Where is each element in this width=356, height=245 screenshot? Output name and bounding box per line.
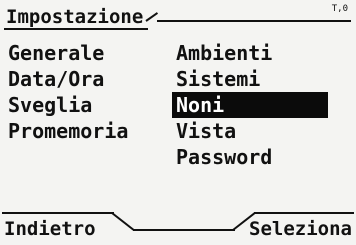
settings-category-menu: Generale Data/Ora Sveglia Promemoria (8, 40, 128, 144)
menu-item-generale[interactable]: Generale (8, 40, 128, 66)
softkey-divider-left (2, 212, 114, 214)
softkey-divider-bottom (133, 229, 235, 231)
menu-item-sveglia[interactable]: Sveglia (8, 92, 128, 118)
menu-item-data-ora[interactable]: Data/Ora (8, 66, 128, 92)
submenu-item-sistemi[interactable]: Sistemi (172, 66, 328, 92)
page-title: Impostazione (6, 6, 144, 28)
status-indicator: T,0 (331, 4, 348, 14)
submenu-item-ambienti[interactable]: Ambienti (172, 40, 328, 66)
menu-item-promemoria[interactable]: Promemoria (8, 118, 128, 144)
submenu-item-noni-selected[interactable]: Noni (172, 92, 328, 118)
back-softkey[interactable]: Indietro (4, 216, 96, 242)
phone-screen: Impostazione T,0 Generale Data/Ora Svegl… (0, 0, 356, 245)
header: Impostazione T,0 (0, 0, 356, 34)
select-softkey[interactable]: Seleziona (249, 216, 352, 242)
softkey-bar: Indietro Seleziona (0, 204, 356, 245)
softkey-divider-right (254, 212, 354, 214)
header-underline (4, 28, 148, 30)
submenu-item-vista[interactable]: Vista (172, 118, 328, 144)
settings-submenu: Ambienti Sistemi Noni Vista Password (172, 40, 328, 170)
header-divider-line (157, 20, 351, 22)
softkey-divider-slant-left (111, 212, 135, 232)
submenu-item-password[interactable]: Password (172, 144, 328, 170)
